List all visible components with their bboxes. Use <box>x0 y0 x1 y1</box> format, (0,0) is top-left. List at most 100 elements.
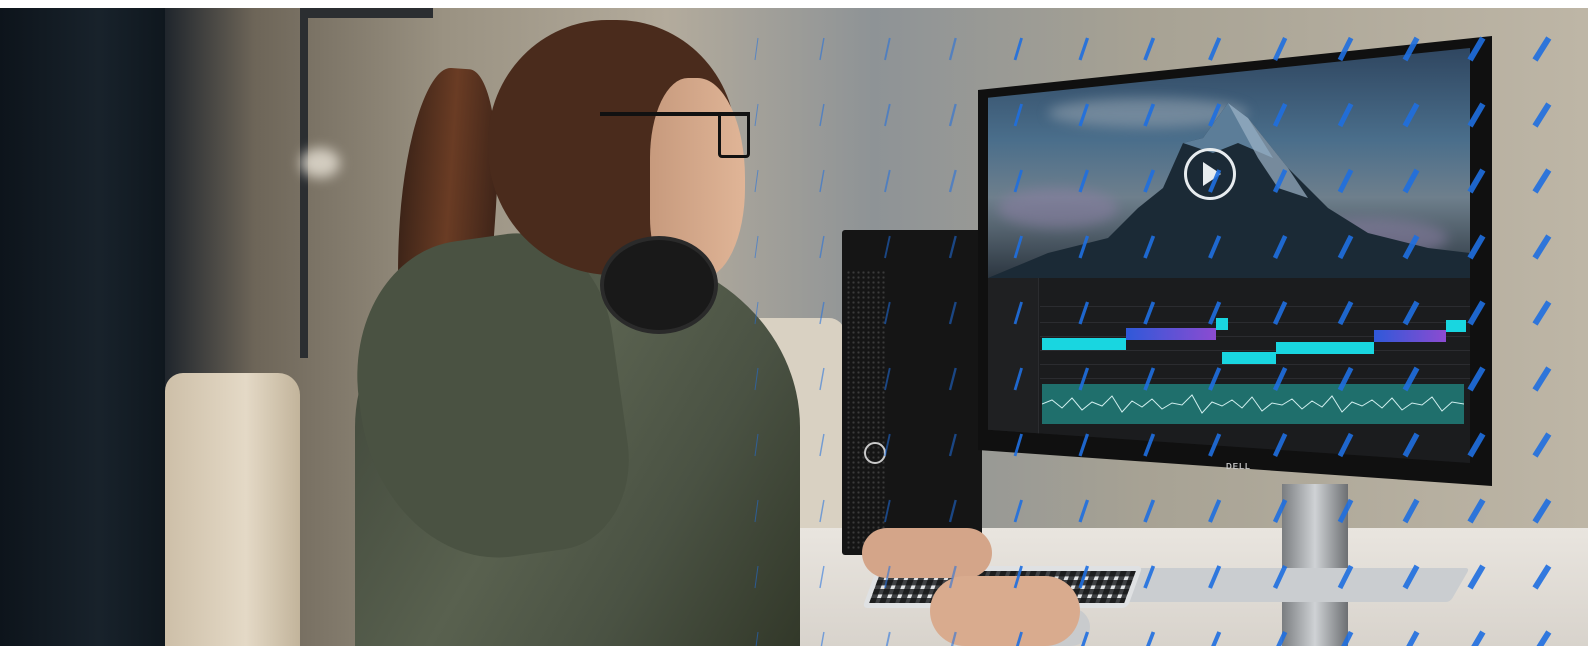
blue-slash <box>1467 36 1486 62</box>
blue-slash <box>1532 564 1552 590</box>
blue-slash <box>1467 564 1486 590</box>
blue-slash <box>819 367 825 391</box>
blue-slash <box>1402 366 1420 392</box>
blue-slash <box>1146 631 1156 646</box>
blue-slash <box>1078 301 1090 325</box>
blue-slash <box>948 499 957 523</box>
blue-slash <box>1532 432 1552 458</box>
blue-slash <box>1013 367 1023 391</box>
blue-slash <box>819 565 825 589</box>
blue-slash <box>948 433 957 457</box>
blue-slash <box>1532 36 1552 62</box>
blue-slash <box>1532 102 1552 128</box>
blue-slash <box>1208 37 1222 61</box>
blue-slash <box>1272 433 1288 457</box>
blue-slash <box>950 631 957 646</box>
blue-slash <box>1337 300 1354 326</box>
blue-slash <box>1402 36 1420 62</box>
blue-slash <box>1211 631 1222 646</box>
blue-slash <box>819 103 825 127</box>
blue-slash <box>1208 169 1222 193</box>
blue-slash <box>1143 37 1156 61</box>
blue-slash <box>1078 103 1090 127</box>
blue-slash <box>1532 168 1552 194</box>
blue-slash <box>1081 631 1090 646</box>
blue-slash <box>948 565 957 589</box>
blue-slash <box>885 631 891 646</box>
blue-slash <box>1536 630 1552 646</box>
blue-slash <box>884 433 891 457</box>
blue-slash <box>1402 102 1420 128</box>
blue-slash <box>1143 565 1156 589</box>
blue-slash <box>1143 367 1156 391</box>
blue-slash <box>1467 366 1486 392</box>
blue-slash <box>1078 433 1090 457</box>
blue-slash <box>884 565 891 589</box>
blue-slash <box>1143 103 1156 127</box>
blue-slash <box>1532 234 1552 260</box>
blue-slash <box>1272 235 1288 259</box>
blue-slash <box>884 169 891 193</box>
blue-slash <box>948 367 957 391</box>
blue-slash <box>754 301 759 325</box>
blue-slash <box>1341 630 1354 646</box>
blue-slash <box>1078 565 1090 589</box>
blue-slash <box>1471 630 1486 646</box>
blue-slash <box>1402 432 1420 458</box>
blue-slash <box>754 37 759 61</box>
blue-slash <box>884 367 891 391</box>
blue-slash <box>1337 36 1354 62</box>
blue-slash <box>1143 169 1156 193</box>
blue-slash <box>1467 300 1486 326</box>
blue-slash <box>754 103 759 127</box>
blue-slash <box>1406 630 1420 646</box>
blue-slash <box>1208 565 1222 589</box>
blue-slash <box>754 367 759 391</box>
blue-slash <box>1402 498 1420 524</box>
blue-slash <box>754 565 759 589</box>
blue-slash <box>1402 168 1420 194</box>
blue-slash <box>948 301 957 325</box>
blue-slash <box>1208 433 1222 457</box>
blue-slash <box>1013 499 1023 523</box>
blue-slash <box>1078 367 1090 391</box>
blue-slash <box>819 499 825 523</box>
blue-slash <box>948 169 957 193</box>
blue-slash <box>1272 565 1288 589</box>
blue-slash <box>1337 234 1354 260</box>
blue-slash <box>754 433 759 457</box>
blue-slash <box>1276 631 1288 646</box>
blue-slash <box>1337 366 1354 392</box>
blue-slash <box>1208 103 1222 127</box>
blue-slash <box>1272 37 1288 61</box>
blue-slash <box>884 301 891 325</box>
blue-slash <box>819 301 825 325</box>
blue-slash <box>884 37 891 61</box>
blue-slash <box>1402 234 1420 260</box>
blue-slash <box>1078 499 1090 523</box>
blue-slash <box>1532 300 1552 326</box>
blue-slash <box>948 37 957 61</box>
blue-slash <box>1208 301 1222 325</box>
blue-slash <box>1013 169 1023 193</box>
blue-slash <box>1013 37 1023 61</box>
blue-slash <box>1467 168 1486 194</box>
blue-slash <box>1208 499 1222 523</box>
blue-slash <box>1272 169 1288 193</box>
blue-slash <box>1013 433 1023 457</box>
blue-slash <box>1532 498 1552 524</box>
blue-slash <box>1143 499 1156 523</box>
blue-slash <box>948 235 957 259</box>
blue-slash <box>1013 301 1023 325</box>
blue-slash <box>1013 565 1023 589</box>
blue-slash <box>1272 499 1288 523</box>
blue-slash <box>1532 366 1552 392</box>
blue-slash <box>948 103 957 127</box>
blue-slash <box>1013 103 1023 127</box>
blue-slash <box>884 103 891 127</box>
blue-slash <box>1337 498 1354 524</box>
blue-slash <box>1402 564 1420 590</box>
blue-slash <box>1143 235 1156 259</box>
blue-slash <box>1208 235 1222 259</box>
blue-slash <box>1467 432 1486 458</box>
